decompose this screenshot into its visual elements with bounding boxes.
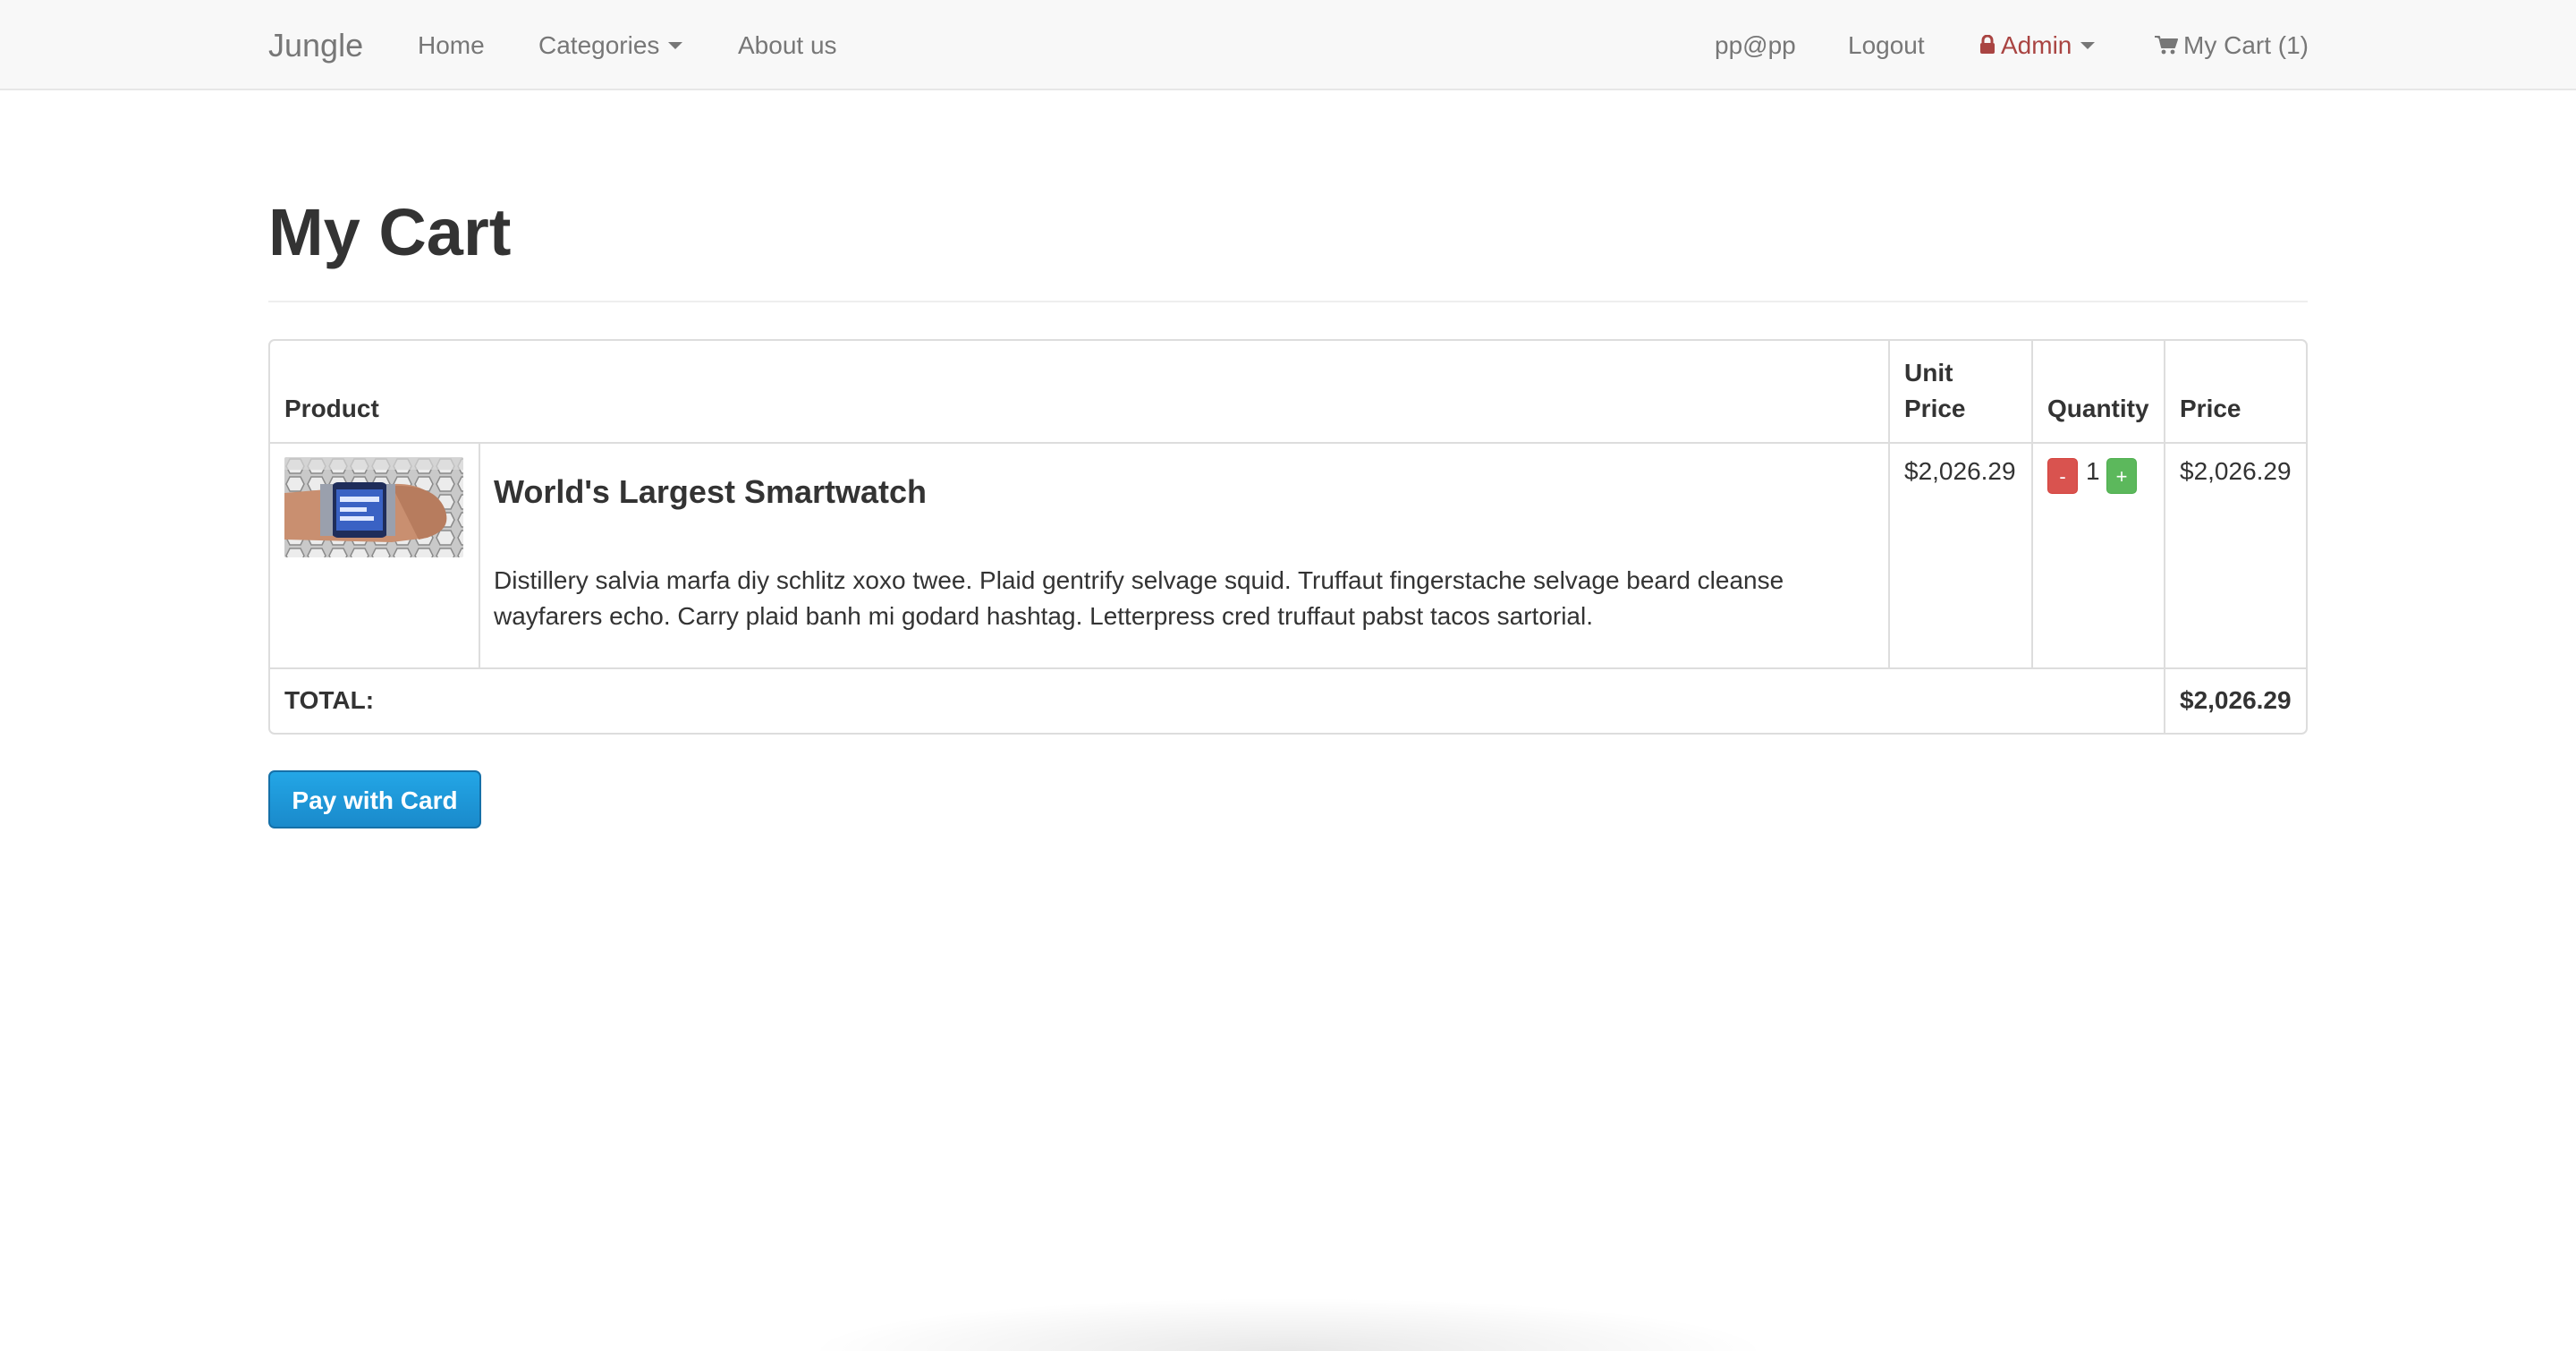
product-description: Distillery salvia marfa diy schlitz xoxo… (494, 566, 1784, 630)
product-name[interactable]: World's Largest Smartwatch (494, 473, 927, 511)
total-label: TOTAL: (284, 686, 375, 714)
unit-price-column-divider (1888, 341, 1890, 667)
header-divider (270, 442, 2306, 444)
brand-link[interactable]: Jungle (268, 0, 363, 90)
nav-categories-dropdown[interactable]: Categories (538, 0, 683, 90)
nav-logout[interactable]: Logout (1848, 0, 1925, 90)
nav-categories-label: Categories (538, 31, 660, 59)
header-unit-price-line2: Price (1904, 395, 1966, 422)
chevron-down-icon (668, 41, 683, 49)
nav-admin-dropdown[interactable]: Admin (1979, 0, 2096, 90)
page-title: My Cart (268, 195, 512, 269)
nav-about[interactable]: About us (738, 0, 837, 90)
nav-cart-label: My Cart (1) (2183, 31, 2309, 59)
shopping-cart-icon (2155, 35, 2178, 55)
header-product: Product (284, 395, 379, 422)
unit-price-value: $2,026.29 (1904, 457, 2016, 485)
header-unit-price-line1: Unit (1904, 359, 1953, 387)
nav-user-email[interactable]: pp@pp (1715, 0, 1796, 90)
chevron-down-icon (2080, 41, 2096, 49)
header-quantity: Quantity (2047, 395, 2149, 422)
nav-home[interactable]: Home (418, 0, 485, 90)
nav-cart[interactable]: My Cart (1) (2155, 0, 2309, 90)
cart-table: Product Unit Price Quantity Price World'… (268, 339, 2308, 735)
decrease-quantity-button[interactable]: - (2047, 458, 2078, 494)
total-value: $2,026.29 (2180, 686, 2292, 714)
product-image[interactable] (284, 457, 463, 557)
header-price: Price (2180, 395, 2241, 422)
total-divider (270, 667, 2306, 669)
nav-admin-label: Admin (2001, 31, 2072, 59)
pay-with-card-button[interactable]: Pay with Card (268, 770, 481, 828)
title-divider (268, 301, 2308, 302)
lock-icon (1980, 34, 1995, 54)
bottom-shadow (805, 1297, 1771, 1351)
price-column-divider (2164, 341, 2165, 733)
quantity-value: 1 (2086, 457, 2100, 485)
quantity-column-divider (2031, 341, 2033, 667)
line-price-value: $2,026.29 (2180, 457, 2292, 485)
thumb-column-divider (479, 442, 480, 667)
navbar: Jungle Home Categories About us pp@pp Lo… (0, 0, 2576, 90)
increase-quantity-button[interactable]: + (2106, 458, 2137, 494)
